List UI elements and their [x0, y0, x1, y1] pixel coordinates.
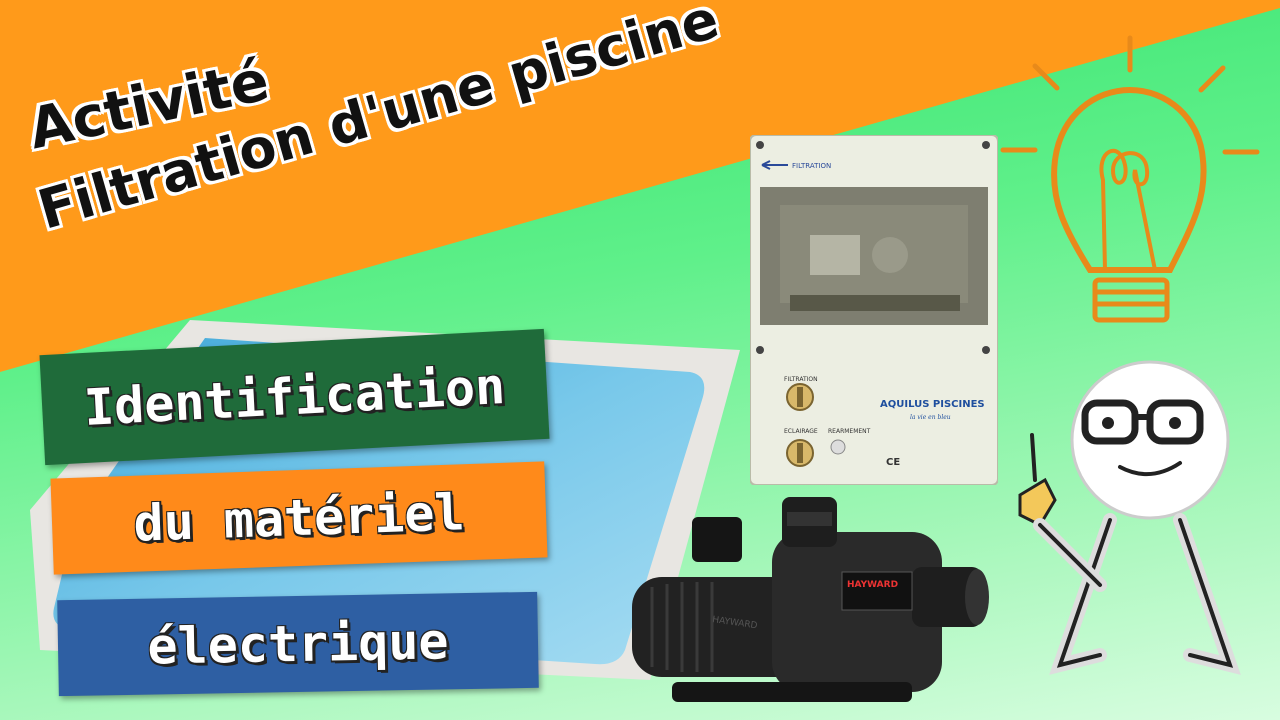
label-du-materiel: du matériel [50, 461, 548, 575]
label-electrique: électrique [57, 591, 539, 697]
pump-label-plate [841, 571, 913, 611]
knob1-label: FILTRATION [784, 376, 818, 383]
cabinet-brand: AQUILUS PISCINES [880, 399, 985, 410]
stick-figure-icon [1018, 360, 1241, 675]
lightbulb-icon [1000, 35, 1260, 323]
knob3-label: REARMEMENT [828, 428, 871, 435]
filtration-tag: FILTRATION [792, 162, 831, 170]
pool-pump: HAYWARD HAYWARD [632, 497, 989, 702]
ce-mark: CE [886, 457, 900, 468]
pump-base [672, 682, 912, 702]
rearmement-button [830, 439, 846, 455]
pump-terminal-box [692, 517, 742, 562]
electrical-cabinet: FILTRATION FILTRATION ECLAIRAGE REARMEME… [750, 135, 998, 485]
knob2-label: ECLAIRAGE [784, 428, 818, 435]
cabinet-tagline: la vie en bleu [910, 414, 951, 421]
thumbs-up-hand [1018, 477, 1057, 527]
pump-brand: HAYWARD [847, 580, 898, 590]
